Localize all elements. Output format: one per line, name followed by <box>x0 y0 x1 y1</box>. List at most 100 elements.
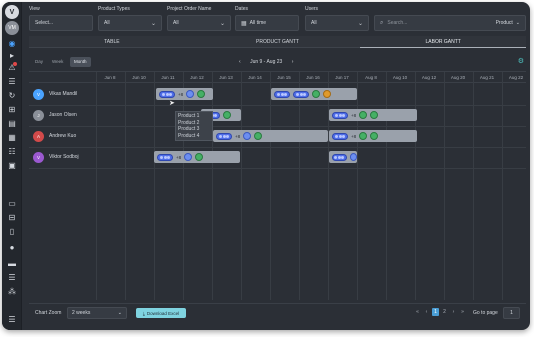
column-divider <box>125 72 126 300</box>
product-group-chip[interactable] <box>157 153 173 161</box>
product-group-chip[interactable] <box>216 132 232 140</box>
more-count[interactable]: +8 <box>351 134 356 139</box>
view-select[interactable]: Select... <box>29 15 93 31</box>
column-divider <box>444 72 445 300</box>
status-chip[interactable] <box>370 132 379 140</box>
list-icon[interactable]: ☰ <box>7 78 17 86</box>
history-icon[interactable]: ↻ <box>7 92 17 100</box>
status-chip[interactable] <box>186 90 195 98</box>
column-divider <box>154 72 155 300</box>
last-page-button[interactable]: » <box>459 308 466 316</box>
day-mode-button[interactable]: Day <box>31 57 47 67</box>
user-avatar[interactable]: VM <box>5 21 19 35</box>
product-group-chip[interactable] <box>332 153 347 161</box>
product-group-chip[interactable] <box>293 90 309 98</box>
worker-row-label[interactable]: V Viktor Sodboj <box>33 147 79 167</box>
status-chip[interactable] <box>197 90 206 98</box>
download-excel-button[interactable]: ⤓ Download Excel <box>136 308 186 318</box>
worker-row-label[interactable]: A Andrew Kuo <box>33 126 76 146</box>
calendar-icon[interactable]: ▦ <box>7 134 17 142</box>
app-window: V VM ◉ ▸ ⚠ ☰ ↻ ⊞ ▤ ▦ ☷ ▣ ▭ ⊟ ▯ ● ▬ ☰ ⁂ ☰… <box>2 2 530 330</box>
product-group-chip[interactable] <box>332 132 348 140</box>
gantt-bar[interactable]: +8 <box>329 109 417 121</box>
grid-icon[interactable]: ⊟ <box>7 214 17 222</box>
date-column-label: Jun 15 <box>277 75 291 80</box>
status-chip[interactable] <box>359 132 368 140</box>
archive-icon[interactable]: ▤ <box>7 120 17 128</box>
next-range-icon[interactable]: › <box>292 59 294 65</box>
avatar: V <box>33 88 44 100</box>
search-scope-select[interactable]: Product ⌄ <box>496 20 520 26</box>
date-column-label: Jun 12 <box>190 75 204 80</box>
tab-labor-gantt[interactable]: LABOR GANTT <box>360 36 527 48</box>
search-icon: ⌕ <box>380 19 384 26</box>
first-page-button[interactable]: « <box>414 308 421 316</box>
project-order-select[interactable]: All ⌄ <box>167 15 231 31</box>
product-group-chip[interactable] <box>274 90 290 98</box>
gantt-bar[interactable]: +8 <box>213 130 328 142</box>
status-chip[interactable] <box>195 153 204 161</box>
chevron-down-icon: ⌄ <box>117 310 122 316</box>
status-chip[interactable] <box>312 90 320 98</box>
date-column-label: Aug 21 <box>479 75 495 80</box>
tab-table[interactable]: TABLE <box>29 36 195 48</box>
date-column-label: Jun 14 <box>248 75 262 80</box>
status-chip[interactable] <box>243 132 252 140</box>
goto-page-input[interactable]: 1 <box>503 307 520 319</box>
box-icon[interactable]: ▣ <box>7 162 17 170</box>
truck-icon[interactable]: ▬ <box>7 260 17 268</box>
gantt-bar[interactable]: +8 <box>156 88 213 100</box>
doc-icon[interactable]: ▯ <box>7 228 17 236</box>
worker-row-label[interactable]: J Jason Olsen <box>33 105 77 125</box>
checklist-icon[interactable]: ☰ <box>7 274 17 282</box>
date-column-label: Aug 20 <box>450 75 466 80</box>
dates-select[interactable]: ▦ All time <box>235 15 299 31</box>
team-icon[interactable]: ⁂ <box>7 288 17 296</box>
chevron-down-icon: ⌄ <box>357 20 363 27</box>
more-count[interactable]: +8 <box>178 92 183 97</box>
gantt-toolbar: Day Week Month ‹ Jun 9 - Aug 23 › ⚙ <box>29 57 526 68</box>
app-logo: V <box>5 5 19 19</box>
date-column-label: Jun 16 <box>306 75 320 80</box>
product-group-chip[interactable] <box>159 90 175 98</box>
org-icon[interactable]: ⊞ <box>7 106 17 114</box>
status-chip[interactable] <box>254 132 263 140</box>
chart-zoom-select[interactable]: 2 weeks ⌄ <box>67 307 127 319</box>
status-chip[interactable] <box>223 111 231 119</box>
column-divider <box>473 72 474 300</box>
more-count[interactable]: +8 <box>176 155 181 160</box>
person-icon[interactable]: ● <box>7 244 17 252</box>
bottom-list-icon[interactable]: ☰ <box>7 316 17 324</box>
week-mode-button[interactable]: Week <box>48 57 67 67</box>
play-icon[interactable]: ▸ <box>7 52 17 60</box>
column-divider <box>183 72 184 300</box>
more-count[interactable]: +8 <box>351 113 356 118</box>
prev-range-icon[interactable]: ‹ <box>239 59 241 65</box>
product-types-select[interactable]: All ⌄ <box>98 15 162 31</box>
users-select[interactable]: All ⌄ <box>305 15 369 31</box>
folder-icon[interactable]: ▭ <box>7 200 17 208</box>
dashboard-icon[interactable]: ◉ <box>7 40 17 48</box>
prev-page-button[interactable]: ‹ <box>423 308 430 316</box>
status-chip[interactable] <box>323 90 331 98</box>
more-count[interactable]: +8 <box>235 134 240 139</box>
page-2-button[interactable]: 2 <box>441 308 448 316</box>
status-chip[interactable] <box>370 111 379 119</box>
tasks-icon[interactable]: ☷ <box>7 148 17 156</box>
status-chip[interactable] <box>184 153 193 161</box>
gantt-bar[interactable] <box>329 151 357 163</box>
gantt-bar[interactable] <box>271 88 357 100</box>
tab-product-gantt[interactable]: PRODUCT GANTT <box>194 36 361 48</box>
status-chip[interactable] <box>349 153 357 161</box>
next-page-button[interactable]: › <box>450 308 457 316</box>
worker-row-label[interactable]: V Vikas Mandil <box>33 84 77 104</box>
month-mode-button[interactable]: Month <box>70 57 91 67</box>
search-input[interactable]: ⌕ Search... Product ⌄ <box>374 15 526 31</box>
page-1-button[interactable]: 1 <box>432 308 439 316</box>
download-icon: ⤓ <box>142 310 145 316</box>
gear-icon[interactable]: ⚙ <box>518 57 524 67</box>
gantt-bar[interactable]: +8 <box>329 130 417 142</box>
status-chip[interactable] <box>359 111 368 119</box>
gantt-bar[interactable]: +8 <box>154 151 240 163</box>
product-group-chip[interactable] <box>332 111 348 119</box>
